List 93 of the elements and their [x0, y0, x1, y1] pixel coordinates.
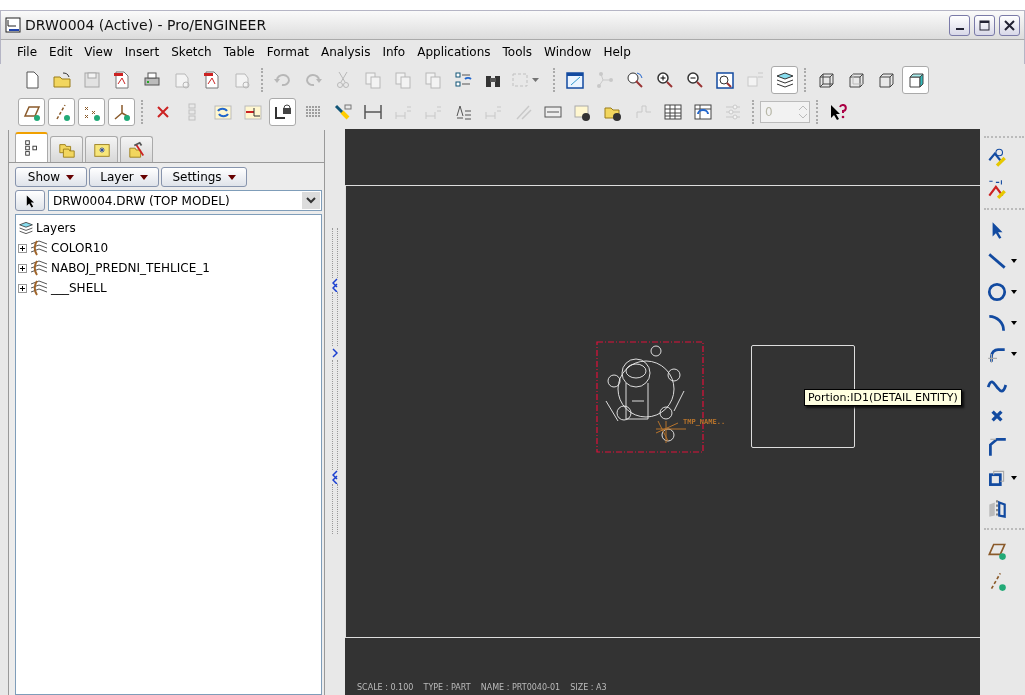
- panel-tab[interactable]: [85, 136, 118, 162]
- relation-pencil-icon: [986, 177, 1008, 200]
- panel-tab[interactable]: [50, 136, 83, 162]
- layers-button[interactable]: [771, 66, 798, 94]
- zoom-in-icon: [654, 70, 675, 90]
- pdf-mail-icon: [201, 70, 222, 90]
- caret-icon: [1011, 320, 1017, 325]
- table-refresh-icon: [692, 102, 713, 122]
- expand-right-icon[interactable]: [332, 346, 338, 360]
- tools-folder-icon: [127, 140, 146, 159]
- tree-item[interactable]: COLOR10: [51, 241, 109, 255]
- menu-button[interactable]: Settings: [161, 167, 247, 187]
- tree-item[interactable]: NABOJ_PREDNI_TEHLICE_1: [51, 261, 210, 275]
- open-folder-icon: [51, 70, 72, 90]
- menu-item[interactable]: Format: [260, 45, 315, 59]
- menu-item[interactable]: File: [11, 45, 44, 59]
- datum-points-button[interactable]: [78, 98, 105, 126]
- pdf-save-icon: [111, 70, 132, 90]
- menu-item[interactable]: Applications: [411, 45, 497, 59]
- label-box-icon: [744, 70, 765, 90]
- table-icon: [662, 102, 683, 122]
- constraint-pencil-icon: [986, 146, 1008, 169]
- collapse-left-icon[interactable]: [332, 470, 338, 484]
- caret-icon: [139, 174, 148, 180]
- expand-icon[interactable]: [18, 243, 27, 253]
- dimension-icon: [362, 102, 383, 122]
- paste-icon: [392, 70, 413, 90]
- menu-item[interactable]: Help: [597, 45, 637, 59]
- repaint-icon: [564, 70, 585, 90]
- refit-icon: [714, 70, 735, 90]
- layers-icon: [774, 70, 795, 90]
- menu-button[interactable]: Show: [15, 167, 87, 187]
- locked-view-icon: [272, 102, 293, 122]
- caret-icon: [66, 174, 75, 180]
- close-button[interactable]: [999, 14, 1020, 36]
- menu-button[interactable]: Layer: [89, 167, 159, 187]
- tree-item[interactable]: ___SHELL: [51, 281, 107, 295]
- caret-icon: [1011, 475, 1017, 480]
- expand-icon[interactable]: [18, 283, 27, 293]
- title-block-text: SCALE : 0.100 TYPE : PART NAME : PRT0040-01 SIZE : A3: [357, 683, 607, 692]
- reorder-list-icon: [452, 70, 473, 90]
- caret-icon: [532, 77, 539, 83]
- menu-item[interactable]: View: [78, 45, 119, 59]
- chevron-down-icon: [306, 197, 316, 204]
- panel-tab[interactable]: [15, 132, 48, 162]
- layer-stack-icon: [29, 260, 49, 276]
- tree-item[interactable]: Layers: [36, 221, 76, 235]
- menu-item[interactable]: Table: [217, 45, 261, 59]
- caret-icon: [227, 174, 236, 180]
- locked-view-button[interactable]: [269, 98, 296, 126]
- layer-stack-icon: [29, 280, 49, 296]
- shaded-cube-button[interactable]: [902, 66, 929, 94]
- circle-icon: [986, 280, 1008, 303]
- copy-icon: [362, 70, 383, 90]
- minimize-icon: [955, 28, 964, 30]
- caret-icon: [1011, 351, 1017, 356]
- menu-item[interactable]: Insert: [118, 45, 166, 59]
- zoom-out-icon: [684, 70, 705, 90]
- tooltip: Portion:ID1(DETAIL ENTITY): [804, 389, 962, 406]
- note-icon: [572, 102, 593, 122]
- refresh-arrows-icon: [212, 102, 233, 122]
- maximize-icon: [979, 19, 990, 31]
- expand-icon[interactable]: [18, 263, 27, 273]
- selection-box-icon: [510, 70, 530, 90]
- menu-item[interactable]: Window: [538, 45, 598, 59]
- datum-axis-button[interactable]: [48, 98, 75, 126]
- close-icon: [1004, 19, 1015, 31]
- orient-icon: [624, 70, 645, 90]
- panel-tab[interactable]: [120, 136, 153, 162]
- menu-item[interactable]: Analysis: [315, 45, 377, 59]
- mirror-icon: [986, 497, 1008, 520]
- chamfer-icon: [986, 435, 1008, 458]
- paste-special-icon: [422, 70, 443, 90]
- menu-item[interactable]: Sketch: [165, 45, 218, 59]
- menu-item[interactable]: Edit: [43, 45, 79, 59]
- model-dropdown[interactable]: DRW0004.DRW (TOP MODEL): [48, 190, 322, 211]
- highlighter-icon: [332, 102, 353, 122]
- menu-item[interactable]: Tools: [496, 45, 539, 59]
- caret-icon: [1011, 289, 1017, 294]
- drawing-app-icon: [5, 17, 21, 33]
- maximize-button[interactable]: [974, 14, 995, 36]
- datum-plane-button[interactable]: [18, 98, 45, 126]
- coordinate-system-button[interactable]: [108, 98, 135, 126]
- layer-stack-icon: [29, 240, 49, 256]
- caret-icon: [1011, 258, 1017, 263]
- window-title: DRW0004 (Active) - Pro/ENGINEER: [25, 17, 268, 33]
- collapse-left-icon[interactable]: [332, 278, 338, 292]
- menu-item[interactable]: Info: [376, 45, 412, 59]
- minimize-button[interactable]: [949, 14, 970, 36]
- select-pointer-button[interactable]: [15, 190, 45, 211]
- spline-nodes-icon: [594, 70, 615, 90]
- spin-arrows-icon: [797, 103, 809, 121]
- layers-icon: [18, 220, 34, 236]
